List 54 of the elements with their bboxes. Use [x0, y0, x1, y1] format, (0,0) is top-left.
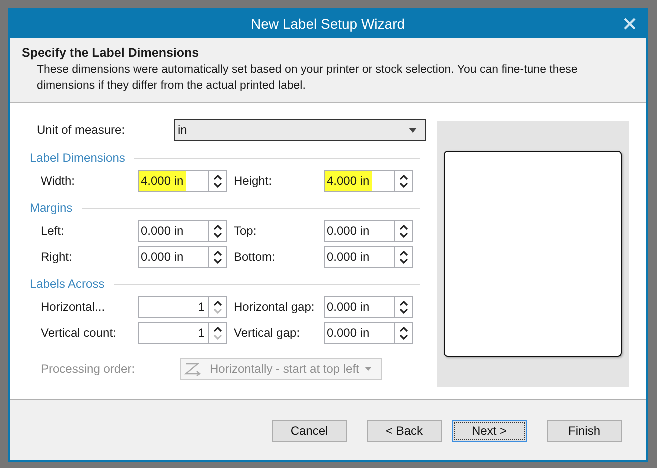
spin-field[interactable]: 4.000 in: [138, 170, 227, 192]
wizard-button[interactable]: Cancel: [272, 420, 347, 442]
section-title: Label Dimensions: [30, 151, 126, 165]
close-icon[interactable]: [624, 18, 636, 30]
spin-field[interactable]: 0.000 in: [138, 220, 227, 242]
spin-up-icon[interactable]: [400, 174, 408, 180]
field-label: Width:: [41, 174, 76, 188]
spin-up-icon[interactable]: [400, 224, 408, 230]
wizard-button[interactable]: Next >: [452, 420, 527, 442]
spin-down-icon[interactable]: [214, 232, 222, 238]
field-label: Right:: [41, 250, 74, 264]
unit-dropdown[interactable]: in: [174, 119, 426, 141]
spin-field[interactable]: 0.000 in: [324, 246, 413, 268]
spin-up-icon[interactable]: [214, 224, 222, 230]
step-description: These dimensions were automatically set based on your printer or stock selection. You can fine-tune these dimensions if they differ from the actual printed label.: [36, 63, 579, 94]
spin-field[interactable]: 0.000 in: [324, 322, 413, 344]
caret-icon: [365, 367, 372, 371]
spin-up-icon[interactable]: [400, 250, 408, 256]
field-label: Vertical gap:: [233, 326, 302, 340]
field-label: Vertical count:: [41, 326, 118, 340]
spin-up-icon[interactable]: [214, 326, 222, 332]
field-label: Bottom:: [233, 250, 276, 264]
spin-down-icon[interactable]: [400, 334, 408, 340]
spin-down-icon[interactable]: [400, 182, 408, 188]
spin-field[interactable]: 4.000 in: [324, 170, 413, 192]
field-label: Left:: [41, 224, 66, 238]
wizard-button[interactable]: < Back: [367, 420, 442, 442]
spin-down-icon[interactable]: [400, 308, 408, 314]
spin-up-icon[interactable]: [214, 174, 222, 180]
field-label: Horizontal gap:: [233, 300, 316, 314]
spin-field[interactable]: 0.000 in: [324, 296, 413, 318]
section-title: Labels Across: [30, 277, 105, 291]
spin-up-icon[interactable]: [400, 326, 408, 332]
spin-field[interactable]: 0.000 in: [324, 220, 413, 242]
spin-down-icon[interactable]: [400, 232, 408, 238]
field-label: Top:: [233, 224, 258, 238]
caret-icon: [409, 128, 417, 132]
field-label: Horizontal...: [41, 300, 106, 314]
section-title: Margins: [30, 201, 73, 215]
step-title: Specify the Label Dimensions: [22, 46, 200, 60]
spin-down-icon[interactable]: [214, 182, 222, 188]
field-label: Height:: [233, 174, 274, 188]
spin-up-icon[interactable]: [214, 300, 222, 306]
spin-field[interactable]: 0.000 in: [138, 246, 227, 268]
spin-down-icon[interactable]: [400, 258, 408, 264]
spin-field[interactable]: 1: [138, 322, 227, 344]
spin-field[interactable]: 1: [138, 296, 227, 318]
field-label: Processing order:: [41, 362, 136, 376]
wizard-button[interactable]: Finish: [547, 420, 622, 442]
spin-up-icon[interactable]: [400, 300, 408, 306]
window-title: New Label Setup Wizard: [250, 16, 406, 32]
spin-up-icon[interactable]: [214, 250, 222, 256]
spin-down-icon[interactable]: [214, 258, 222, 264]
field-label: Unit of measure:: [37, 123, 126, 137]
